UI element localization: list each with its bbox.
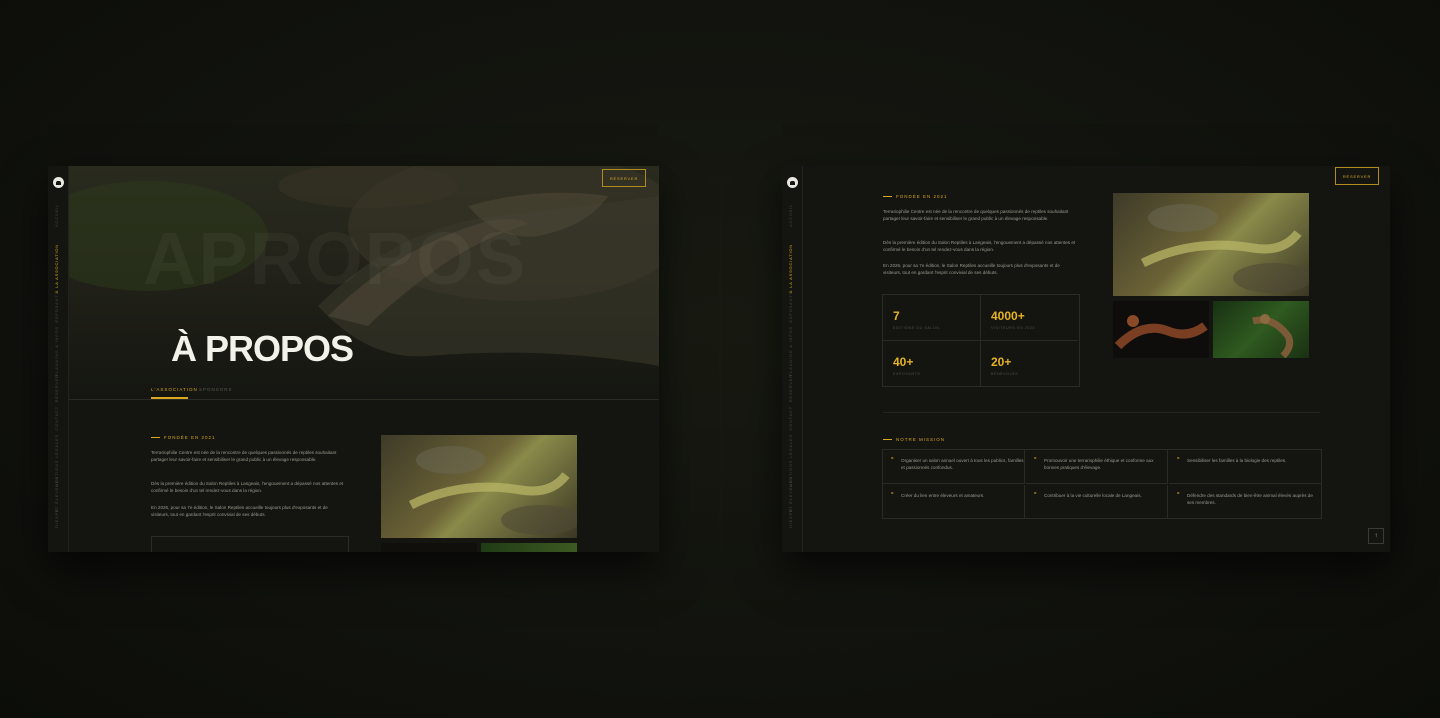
photo-green (481, 543, 577, 552)
stat-value: 7 (893, 309, 900, 323)
nav-item-association[interactable]: À LA ASSOCIATION (788, 244, 793, 293)
hero-ghost-text: APROPOS (143, 216, 527, 301)
mission-text: Contribuer à la vie culturelle locale de… (1044, 493, 1142, 498)
nav-item-planning[interactable]: PLANNING & INFOS (788, 326, 793, 376)
mission-item: ❞ Promouvoir une terrariophilie éthique e… (1026, 450, 1168, 484)
hero-banner: APROPOS À PROPOS (68, 166, 659, 399)
mission-text: Promouvoir une terrariophilie éthique et… (1044, 458, 1154, 470)
nav-item-contact[interactable]: CONTACT (788, 406, 793, 431)
page-title: À PROPOS (171, 328, 354, 369)
mission-text: Défendre des standards de bien-être anim… (1187, 493, 1313, 505)
section-divider (883, 412, 1320, 413)
nav-item-expo[interactable]: D/EXPO (54, 508, 59, 528)
intro-paragraph-1: Terrariophilie Centre est née de la renc… (883, 209, 1069, 221)
mission-item: ❞ Défendre des standards de bien-être ani… (1169, 485, 1321, 518)
nav-item-planning[interactable]: PLANNING & INFOS (54, 326, 59, 376)
tab-sponsors[interactable]: SPONSORS (199, 387, 233, 392)
intro-paragraph-2: Dès la première édition du Salon Reptile… (151, 481, 344, 493)
nav-item-expo[interactable]: D/EXPO (788, 508, 793, 528)
gecko-illustration (408, 446, 577, 535)
tab-association[interactable]: L'ASSOCIATION (151, 387, 198, 392)
nav-item-association[interactable]: À LA ASSOCIATION (54, 244, 59, 293)
intro-paragraph-3: En 2026, pour sa 7e édition, le Salon Re… (151, 505, 328, 517)
mission-title: NOTRE MISSION (883, 437, 945, 442)
founded-label: FONDÉE EN 2021 (883, 194, 948, 199)
founded-label: FONDÉE EN 2021 (151, 435, 216, 440)
arrow-up-icon: ↑ (1374, 533, 1378, 539)
quote-icon: ❞ (1034, 457, 1037, 463)
reserve-button[interactable]: RÉSERVER (1335, 167, 1379, 185)
mission-item: ❞ Contribuer à la vie culturelle locale d… (1026, 485, 1168, 518)
stat-exhibitors: 40+ EXPOSANTS (883, 341, 981, 386)
intro-paragraph-1: Terrariophilie Centre est née de la renc… (151, 450, 337, 462)
gecko-photo (381, 435, 577, 538)
gecko-photo (1113, 193, 1309, 296)
nav-item-eleveurs[interactable]: ET ÉLEVEURS (54, 476, 59, 512)
nav-item-exposants[interactable]: EXPOSANTS (54, 291, 59, 323)
quote-icon: ❞ (1034, 492, 1037, 498)
gecko-illustration (1140, 204, 1309, 293)
founded-text: FONDÉE EN 2021 (164, 435, 216, 440)
mission-text: Sensibiliser les familles à la biologie … (1187, 458, 1287, 463)
mission-grid: ❞ Organiser un salon annuel ouvert à tous… (882, 449, 1322, 519)
mission-title-text: NOTRE MISSION (896, 437, 946, 442)
nav-item-reserver[interactable]: RÉSERVER (54, 374, 59, 402)
mission-item: ❞ Organiser un salon annuel ouvert à tous… (883, 450, 1025, 484)
logo-icon[interactable] (53, 177, 64, 188)
intro-paragraph-3: En 2026, pour sa 7e édition, le Salon Re… (883, 263, 1060, 275)
nav-item-reserver[interactable]: RÉSERVER (788, 374, 793, 402)
about-page-content-mockup: ACCUEIL À LA ASSOCIATION EXPOSANTS PLANN… (782, 166, 1390, 552)
founded-text: FONDÉE EN 2021 (896, 194, 948, 199)
reserve-button[interactable]: RÉSERVER (602, 169, 646, 187)
stat-value: 40+ (893, 355, 914, 369)
quote-icon: ❞ (891, 457, 894, 463)
stat-editions: 7 ÉDITIONS DU SALON (883, 295, 981, 341)
stat-value: 4000+ (991, 309, 1025, 323)
mission-text: Organiser un salon annuel ouvert à tous … (901, 458, 1024, 470)
stats-box (151, 536, 349, 552)
stat-value: 20+ (991, 355, 1012, 369)
logo-icon[interactable] (787, 177, 798, 188)
about-page-hero-mockup: APROPOS À PROPOS ACCUEIL À LA ASSOCIATIO… (48, 166, 659, 552)
nav-item-accueil[interactable]: ACCUEIL (54, 204, 59, 227)
lizard-illustration (1114, 315, 1208, 350)
mission-item: ❞ Créer du lien entre éleveurs et amateur… (883, 485, 1025, 518)
mission-text: Créer du lien entre éleveurs et amateurs… (901, 493, 985, 498)
nav-item-contact[interactable]: CONTACT (54, 406, 59, 431)
photo-dark (381, 543, 477, 552)
nav-item-eleveurs[interactable]: ET ÉLEVEURS (788, 476, 793, 512)
stats-grid: 7 ÉDITIONS DU SALON 4000+ VISITEURS EN 2… (882, 294, 1080, 387)
stat-label: VISITEURS EN 2025 (991, 326, 1036, 330)
stat-label: ÉDITIONS DU SALON (893, 326, 940, 330)
quote-icon: ❞ (1177, 457, 1180, 463)
stat-label: EXPOSANTS (893, 372, 921, 376)
stat-visitors: 4000+ VISITEURS EN 2025 (981, 295, 1078, 341)
scroll-top-button[interactable]: ↑ (1368, 528, 1384, 544)
side-rail: ACCUEIL À LA ASSOCIATION EXPOSANTS PLANN… (782, 166, 803, 552)
nav-item-exposants[interactable]: EXPOSANTS (788, 291, 793, 323)
nav-item-accueil[interactable]: ACCUEIL (788, 204, 793, 227)
chameleon-illustration (1252, 314, 1294, 358)
stat-label: BÉNÉVOLES (991, 372, 1019, 376)
stat-volunteers: 20+ BÉNÉVOLES (981, 341, 1078, 386)
intro-paragraph-2: Dès la première édition du Salon Reptile… (883, 240, 1076, 252)
side-rail: ACCUEIL À LA ASSOCIATION EXPOSANTS PLANN… (48, 166, 69, 552)
quote-icon: ❞ (891, 492, 894, 498)
lizard-green-photo (1213, 301, 1309, 358)
lizard-dark-photo (1113, 301, 1209, 358)
mission-item: ❞ Sensibiliser les familles à la biologie… (1169, 450, 1321, 484)
quote-icon: ❞ (1177, 492, 1180, 498)
tabs-divider (68, 399, 659, 400)
